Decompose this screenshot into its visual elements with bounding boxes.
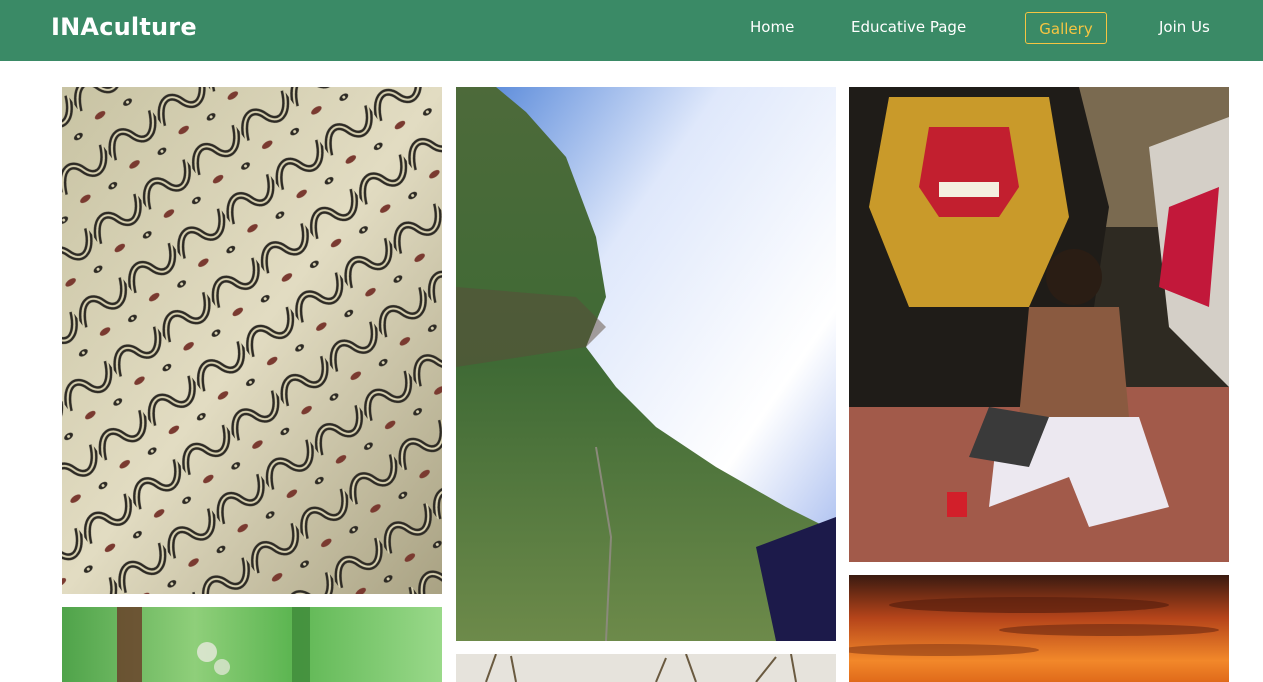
sunset-image	[849, 575, 1229, 682]
gallery-photo-batik[interactable]	[62, 87, 442, 594]
gallery-photo-barong[interactable]	[849, 87, 1229, 562]
gallery-photo-sunset[interactable]	[849, 575, 1229, 682]
nav-home[interactable]: Home	[750, 18, 794, 36]
gallery-photo-grass[interactable]	[456, 654, 836, 682]
top-navbar: INAculture Home Educative Page Gallery J…	[0, 0, 1263, 61]
greenery-image	[62, 607, 442, 682]
gallery-photo-greenery[interactable]	[62, 607, 442, 682]
brand-logo[interactable]: INAculture	[51, 13, 197, 41]
nav-join-us[interactable]: Join Us	[1159, 18, 1210, 36]
barong-image	[849, 87, 1229, 562]
nav-educative-page[interactable]: Educative Page	[851, 18, 966, 36]
batik-image	[62, 87, 442, 594]
nav-gallery[interactable]: Gallery	[1025, 12, 1107, 44]
mountain-image	[456, 87, 836, 641]
grass-image	[456, 654, 836, 682]
gallery-photo-mountain[interactable]	[456, 87, 836, 641]
